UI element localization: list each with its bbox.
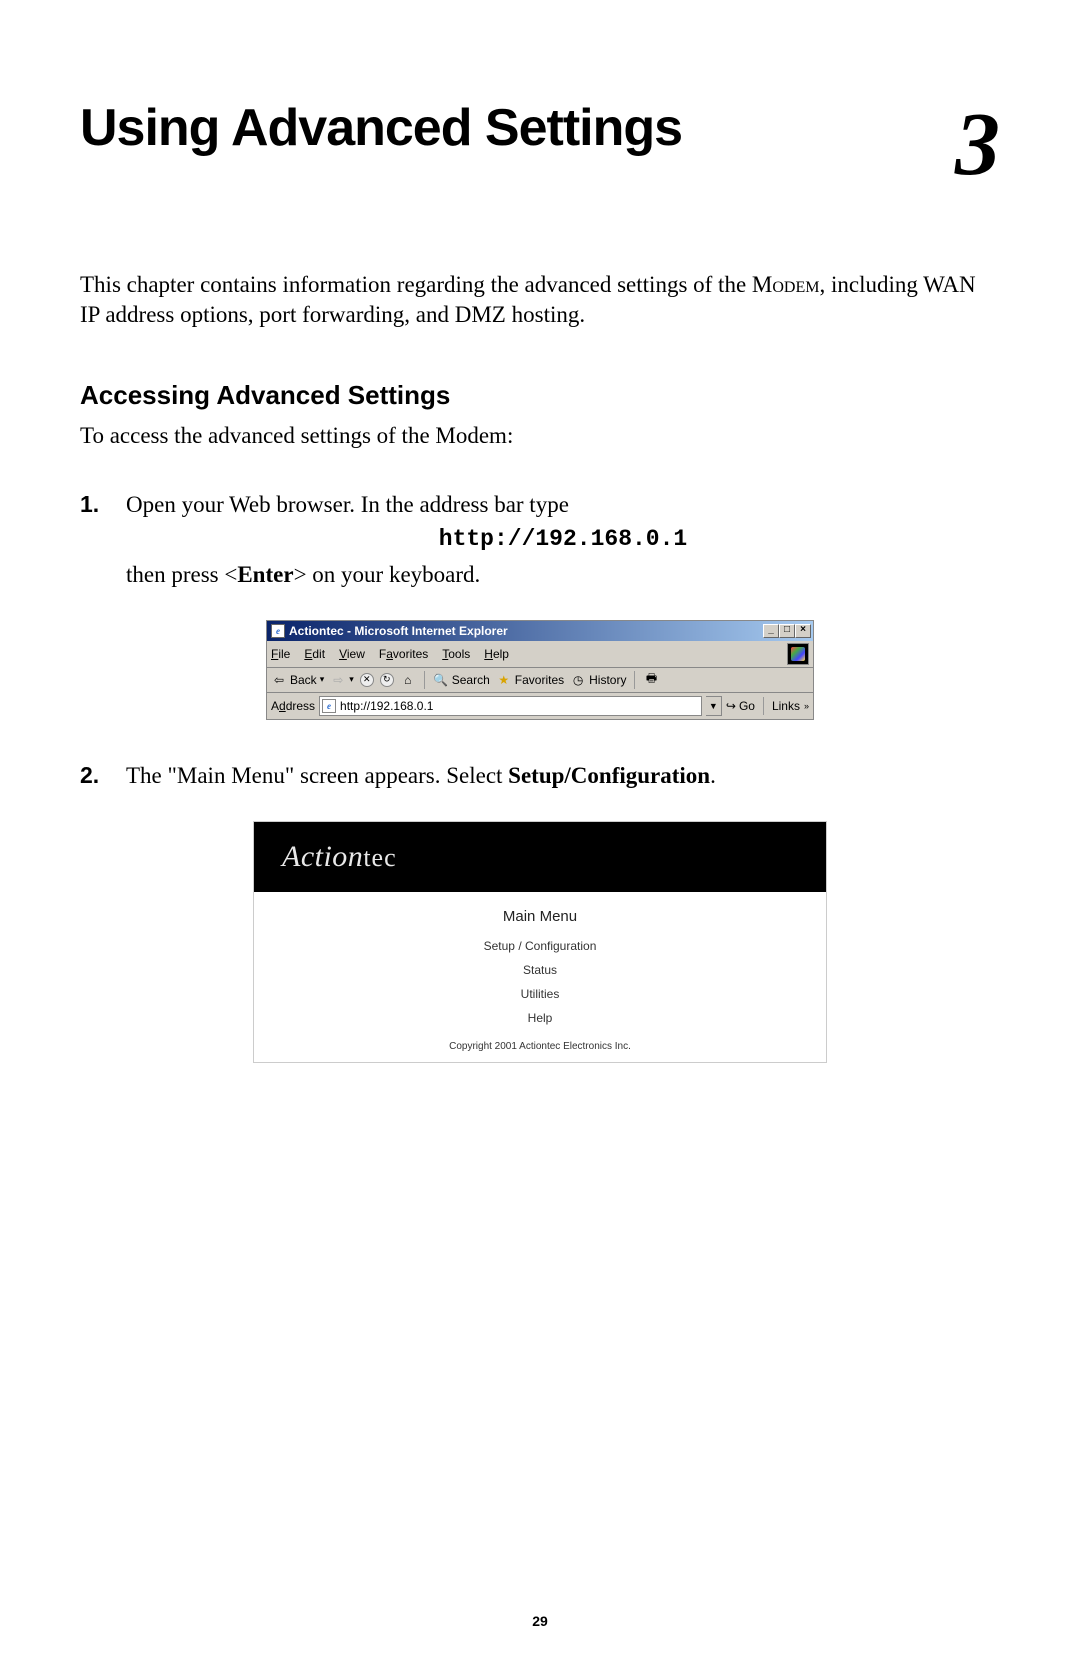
history-label: History [589,673,626,687]
mainmenu-copyright: Copyright 2001 Actiontec Electronics Inc… [254,1041,826,1052]
section-heading: Accessing Advanced Settings [80,380,1000,411]
step-2-number: 2. [80,760,108,791]
step-1-number: 1. [80,489,108,590]
menu-view[interactable]: View [339,647,365,661]
mainmenu-title: Main Menu [254,908,826,925]
ie-window-title: Actiontec - Microsoft Internet Explorer [289,624,508,638]
mainmenu-item-utilities[interactable]: Utilities [254,987,826,1001]
step-1-url: http://192.168.0.1 [126,524,1000,555]
address-dropdown-icon[interactable]: ▼ [706,696,722,716]
go-button[interactable]: ↪ Go [726,699,755,713]
section-intro: To access the advanced settings of the M… [80,423,1000,449]
back-label: Back [290,673,317,687]
ie-throbber-icon [787,643,809,665]
step-2: 2. The "Main Menu" screen appears. Selec… [80,760,1000,791]
address-value: http://192.168.0.1 [340,699,433,713]
menu-help[interactable]: Help [484,647,509,661]
intro-text-3: hosting. [506,302,585,327]
forward-button[interactable]: ⇨ ▾ [330,672,354,688]
mainmenu-figure: Actiontec Main Menu Setup / Configuratio… [253,821,827,1063]
back-dropdown-icon[interactable]: ▾ [320,674,325,685]
links-separator [763,697,764,715]
mainmenu-item-help[interactable]: Help [254,1011,826,1025]
back-button[interactable]: ⇦ Back ▾ [271,672,324,688]
search-label: Search [452,673,490,687]
chapter-title: Using Advanced Settings [80,100,682,157]
search-icon: 🔍 [433,672,449,688]
step-1-enter: Enter [237,562,293,587]
stop-button[interactable]: ✕ [360,673,374,687]
mainmenu-item-status[interactable]: Status [254,963,826,977]
ie-toolbar: ⇦ Back ▾ ⇨ ▾ ✕ ↻ ⌂ 🔍 Search ★ Favorites … [267,668,813,693]
page-number: 29 [0,1613,1080,1629]
step-1-line1: Open your Web browser. In the address ba… [126,492,569,517]
ie-titlebar: e Actiontec - Microsoft Internet Explore… [267,621,813,641]
favorites-icon: ★ [496,672,512,688]
refresh-button[interactable]: ↻ [380,673,394,687]
step-1-line2a: then press < [126,562,237,587]
step-2-text-c: . [710,763,716,788]
close-button[interactable]: × [795,624,811,638]
ie-window-figure: e Actiontec - Microsoft Internet Explore… [266,620,814,720]
step-1-line2b: > on your keyboard. [294,562,481,587]
chapter-intro: This chapter contains information regard… [80,270,1000,330]
intro-dmz: DMZ [455,302,506,327]
go-label: Go [739,699,755,713]
favorites-button[interactable]: ★ Favorites [496,672,564,688]
page-icon: e [322,699,336,713]
forward-arrow-icon: ⇨ [330,672,346,688]
chapter-number: 3 [955,100,1000,190]
mainmenu-item-setup[interactable]: Setup / Configuration [254,939,826,953]
menu-tools[interactable]: Tools [442,647,470,661]
toolbar-separator-2 [634,671,635,689]
minimize-button[interactable]: _ [763,624,779,638]
forward-dropdown-icon[interactable]: ▾ [349,674,354,685]
intro-modem: Modem [752,272,820,297]
toolbar-separator [424,671,425,689]
ie-addressbar: Address e http://192.168.0.1 ▼ ↪ Go Link… [267,693,813,719]
history-button[interactable]: ◷ History [570,672,626,688]
favorites-label: Favorites [515,673,564,687]
step-2-text-a: The "Main Menu" screen appears. Select [126,763,508,788]
links-label[interactable]: Links [772,699,800,713]
logo-reg: tec [363,843,396,872]
home-button[interactable]: ⌂ [400,672,416,688]
ie-app-icon: e [271,624,285,638]
print-button[interactable]: 🖶 [643,672,659,688]
menu-favorites[interactable]: Favorites [379,647,428,661]
step-2-text-b: Setup/Configuration [508,763,710,788]
search-button[interactable]: 🔍 Search [433,672,490,688]
back-arrow-icon: ⇦ [271,672,287,688]
maximize-button[interactable]: □ [779,624,795,638]
address-input[interactable]: e http://192.168.0.1 [319,696,702,716]
intro-text-1: This chapter contains information regard… [80,272,752,297]
step-1: 1. Open your Web browser. In the address… [80,489,1000,590]
go-icon: ↪ [726,699,736,713]
menu-file[interactable]: File [271,647,290,661]
address-label: Address [271,699,315,713]
menu-edit[interactable]: Edit [304,647,325,661]
links-chevron-icon[interactable]: » [804,701,809,711]
mainmenu-header: Actiontec [254,822,826,892]
ie-menubar: File Edit View Favorites Tools Help [267,641,813,668]
history-icon: ◷ [570,672,586,688]
logo-script: Action [282,840,363,873]
